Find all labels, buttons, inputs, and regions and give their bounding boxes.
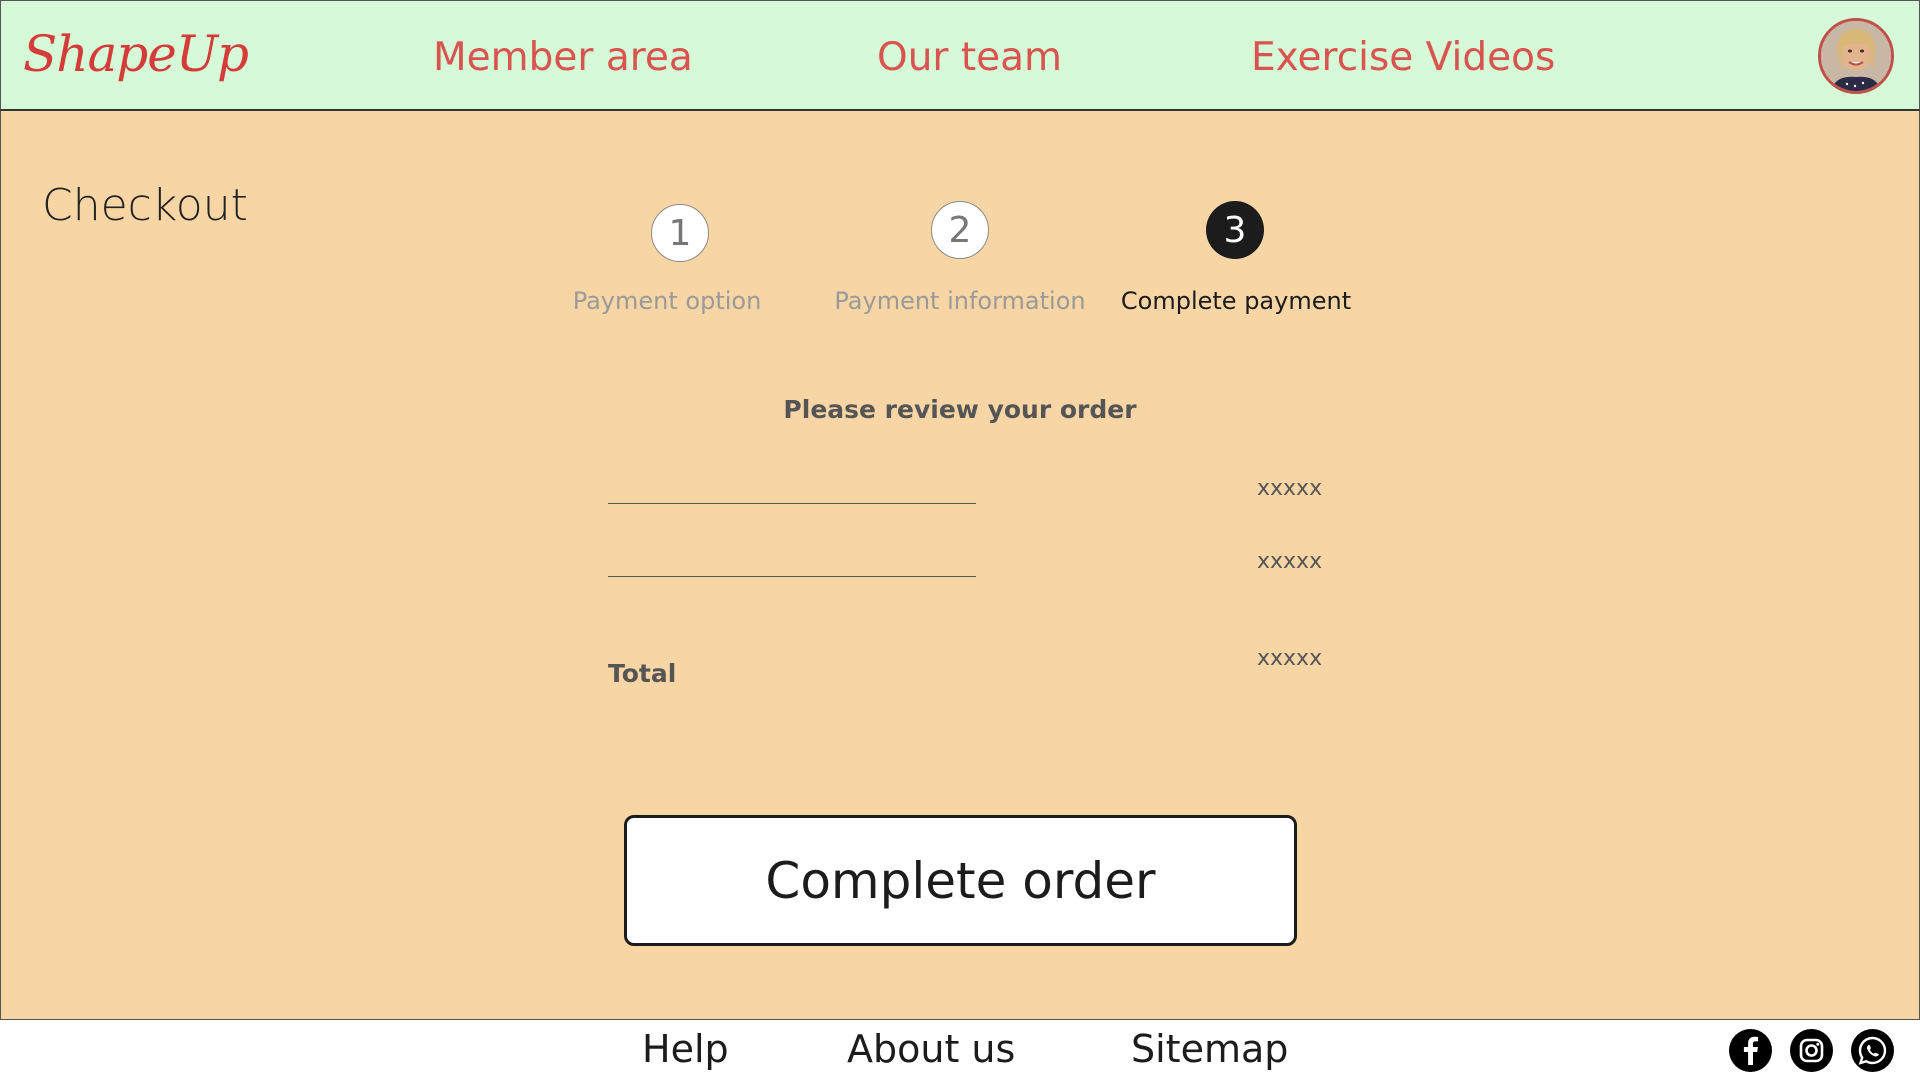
step-1-label: Payment option [572, 287, 762, 315]
step-3-circle: 3 [1206, 201, 1264, 259]
complete-order-button[interactable]: Complete order [624, 815, 1297, 946]
order-item-2-amount: xxxxx [1257, 549, 1323, 574]
user-avatar-image [1821, 21, 1891, 91]
nav-our-team[interactable]: Our team [877, 35, 1062, 80]
footer-link-about-us[interactable]: About us [847, 1027, 1015, 1071]
total-label: Total [608, 659, 677, 688]
step-3-label: Complete payment [1120, 287, 1352, 315]
order-item-1-line [608, 503, 976, 504]
whatsapp-icon[interactable] [1851, 1029, 1894, 1072]
total-amount: xxxxx [1257, 646, 1323, 671]
nav-member-area[interactable]: Member area [433, 35, 693, 80]
facebook-icon[interactable] [1729, 1029, 1772, 1072]
step-2-circle: 2 [931, 201, 989, 259]
order-item-1-amount: xxxxx [1257, 476, 1323, 501]
checkout-main-area: Checkout 1 Payment option 2 Payment info… [0, 111, 1920, 1019]
step-2-label: Payment information [834, 287, 1086, 315]
review-order-heading: Please review your order [783, 395, 1137, 424]
nav-exercise-videos[interactable]: Exercise Videos [1251, 35, 1555, 80]
footer: Help About us Sitemap [0, 1019, 1920, 1081]
footer-link-help[interactable]: Help [642, 1027, 729, 1071]
order-item-2-line [608, 576, 976, 577]
instagram-icon[interactable] [1790, 1029, 1833, 1072]
user-avatar[interactable] [1818, 18, 1894, 94]
shapeup-logo[interactable]: ShapeUp [23, 25, 249, 83]
page-title: Checkout [42, 180, 248, 231]
footer-link-sitemap[interactable]: Sitemap [1131, 1027, 1288, 1071]
top-navigation-bar: ShapeUp Member area Our team Exercise Vi… [0, 0, 1920, 111]
step-1-circle: 1 [651, 204, 709, 262]
